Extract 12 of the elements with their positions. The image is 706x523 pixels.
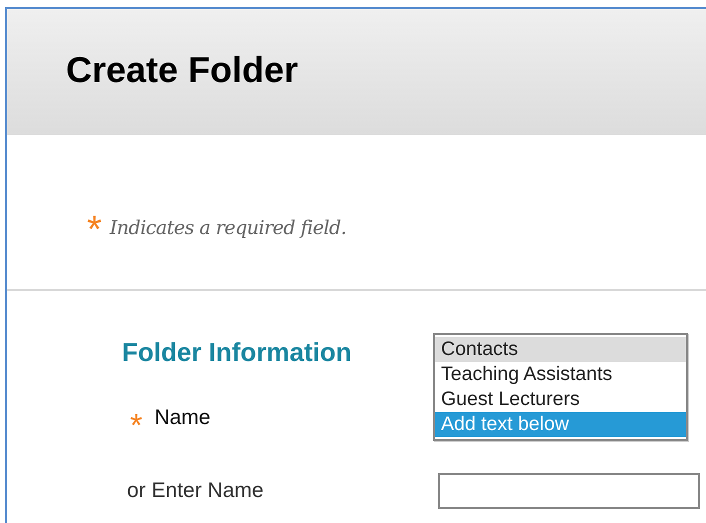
field-label: or Enter Name <box>127 479 265 503</box>
required-marker: * <box>87 211 102 249</box>
page-title: Create Folder <box>66 49 298 91</box>
list-option[interactable]: Contacts <box>435 337 686 362</box>
section-title: Folder Information <box>122 336 353 368</box>
field-label: Name <box>154 406 210 430</box>
list-option[interactable]: Teaching Assistants <box>435 362 686 387</box>
name-listbox[interactable]: Contacts Teaching Assistants Guest Lecturers Add text below <box>433 333 688 441</box>
required-note: Indicates a required field. <box>110 217 346 239</box>
required-marker: * <box>130 409 142 441</box>
list-option[interactable]: Guest Lecturers <box>435 387 686 412</box>
name-input-field[interactable] <box>438 473 700 509</box>
